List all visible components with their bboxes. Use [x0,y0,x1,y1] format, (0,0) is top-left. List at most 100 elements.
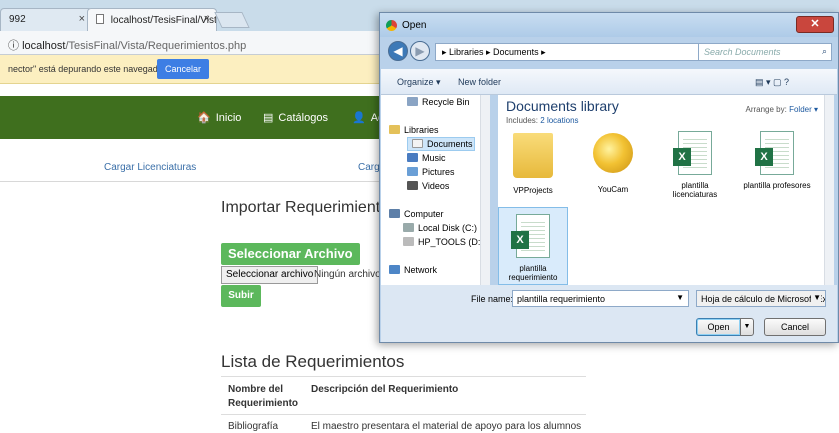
file-item-label: plantilla profesores [743,181,811,190]
recycle-bin-icon [407,97,418,106]
view-options[interactable]: ▤ ▾ ▢ ? [755,77,789,88]
submit-button[interactable]: Subir [221,285,261,307]
infobar-message: nector" está depurando este navegador. [8,64,168,74]
nav-pane-scrollbar[interactable] [480,95,490,285]
search-icon: ⌕ [821,46,827,56]
organize-menu[interactable]: Organize ▾ [397,77,441,88]
new-tab-button[interactable] [214,12,250,28]
nav-label: Network [404,265,438,275]
file-name-label: File name: [471,294,514,304]
nav-label: Local Disk (C:) [418,223,478,233]
arrange-value: Folder ▾ [789,105,818,114]
open-button[interactable]: Open [696,318,741,336]
select-file-button[interactable]: Seleccionar Archivo [221,243,360,265]
back-button[interactable]: ◀ [388,41,408,61]
page-icon [96,14,104,24]
nav-documents[interactable]: Documents [407,137,475,151]
url-path: /TesisFinal/Vista/Requerimientos.php [65,40,247,52]
excel-file-icon: X [673,131,712,175]
nav-label: Catálogos [278,112,328,124]
open-options-dropdown[interactable]: ▼ [740,318,754,336]
nav-pictures[interactable]: Pictures [407,167,455,177]
includes-link[interactable]: 2 locations [540,116,578,125]
file-list-scrollbar[interactable] [824,95,834,285]
file-item-plantilla-profesores[interactable]: X plantilla profesores [742,131,812,197]
chrome-icon [386,20,397,31]
folder-icon [513,133,553,178]
nav-label: Videos [422,181,450,191]
home-icon: 🏠 [197,112,211,124]
nav-network[interactable]: Network [389,265,437,275]
nav-hp-tools[interactable]: HP_TOOLS (D:) [403,237,483,247]
file-item-label: plantilla licenciaturas [672,181,718,199]
computer-icon [389,209,400,218]
file-item-plantilla-licenciaturas[interactable]: X plantilla licenciaturas [660,131,730,199]
file-item-label: YouCam [597,185,629,194]
file-item-youcam[interactable]: YouCam [578,133,648,195]
tab-previous[interactable]: 992 × [0,8,92,31]
file-item-plantilla-requerimiento[interactable]: X plantilla requerimiento [498,207,568,285]
nav-label: Recycle Bin [422,97,470,107]
library-includes: Includes: 2 locations [506,116,579,125]
network-icon [389,265,400,274]
nav-item-catalogos[interactable]: ▤ Catálogos [263,111,328,124]
nav-recycle-bin[interactable]: Recycle Bin [407,97,470,107]
nav-music[interactable]: Music [407,153,446,163]
nav-computer[interactable]: Computer [389,209,444,219]
cancel-button[interactable]: Cancel [764,318,826,336]
nav-label: HP_TOOLS (D:) [418,237,484,247]
search-placeholder: Search Documents [704,47,781,57]
link-cargar[interactable]: Carg [358,162,380,173]
videos-icon [407,181,418,190]
nav-label: Inicio [215,112,242,124]
tab-close-icon[interactable]: × [79,13,85,25]
list-title: Lista de Requerimientos [221,352,405,371]
file-input-button[interactable]: Seleccionar archivo [221,266,319,284]
info-icon[interactable]: ⓘ [8,40,19,52]
dropdown-arrow-icon[interactable]: ▼ [676,293,684,302]
dialog-title-bar[interactable]: Open ✕ [380,13,838,37]
navigation-pane: Recycle Bin Libraries Documents Music Pi… [381,95,487,285]
disk-icon [403,223,414,232]
nav-local-disk[interactable]: Local Disk (C:) [403,223,477,233]
arrange-label: Arrange by: [745,105,787,114]
file-name-input[interactable]: plantilla requerimiento ▼ [512,290,689,307]
nav-item-inicio[interactable]: 🏠 Inicio [197,111,241,124]
nav-libraries[interactable]: Libraries [389,125,439,135]
column-header-name: Nombre del Requerimiento [228,384,299,409]
dialog-title: Open [402,20,427,31]
divider [221,376,586,377]
forward-button[interactable]: ▶ [410,41,430,61]
link-cargar-licenciaturas[interactable]: Cargar Licenciaturas [104,162,196,173]
search-documents-field[interactable]: Search Documents ⌕ [698,43,832,61]
nav-label: Documents [427,139,473,149]
file-type-select[interactable]: Hoja de cálculo de Microsoft Ex ▼ [696,290,826,307]
breadcrumb[interactable]: ▸ Libraries ▸ Documents ▸ [435,43,702,61]
file-item-vpprojects[interactable]: VPProjects [498,133,568,195]
file-list: Documents library Includes: 2 locations … [498,95,824,285]
file-item-label: VPProjects [513,186,553,195]
dialog-bottom-pane: File name: plantilla requerimiento ▼ Hoj… [381,285,837,342]
new-folder-button[interactable]: New folder [458,77,501,87]
arrange-by[interactable]: Arrange by: Folder ▾ [745,105,818,114]
user-icon: 👤 [352,112,366,124]
nav-label: Music [422,153,446,163]
tab-close-icon[interactable]: × [204,13,210,25]
screen: { "browser": { "tabs": [ {"label": "992"… [0,0,839,433]
url-host: localhost [22,40,66,52]
nav-videos[interactable]: Videos [407,181,449,191]
documents-icon [412,139,423,148]
youcam-folder-icon [593,133,633,173]
table-cell-description: El maestro presentara el material de apo… [311,421,582,432]
cancel-debug-button[interactable]: Cancelar [157,59,209,79]
nav-label: Computer [404,209,444,219]
nav-label: Pictures [422,167,455,177]
dropdown-arrow-icon: ▼ [811,293,821,302]
tab-active[interactable]: localhost/TesisFinal/Vist × [87,8,217,31]
file-input-status: Ningún archivo [314,269,381,280]
pictures-icon [407,167,418,176]
dialog-close-button[interactable]: ✕ [796,16,834,33]
dialog-command-bar: Organize ▾ New folder ▤ ▾ ▢ ? [381,69,837,95]
excel-file-icon: X [755,131,794,175]
file-item-label: plantilla requerimiento [508,264,558,282]
